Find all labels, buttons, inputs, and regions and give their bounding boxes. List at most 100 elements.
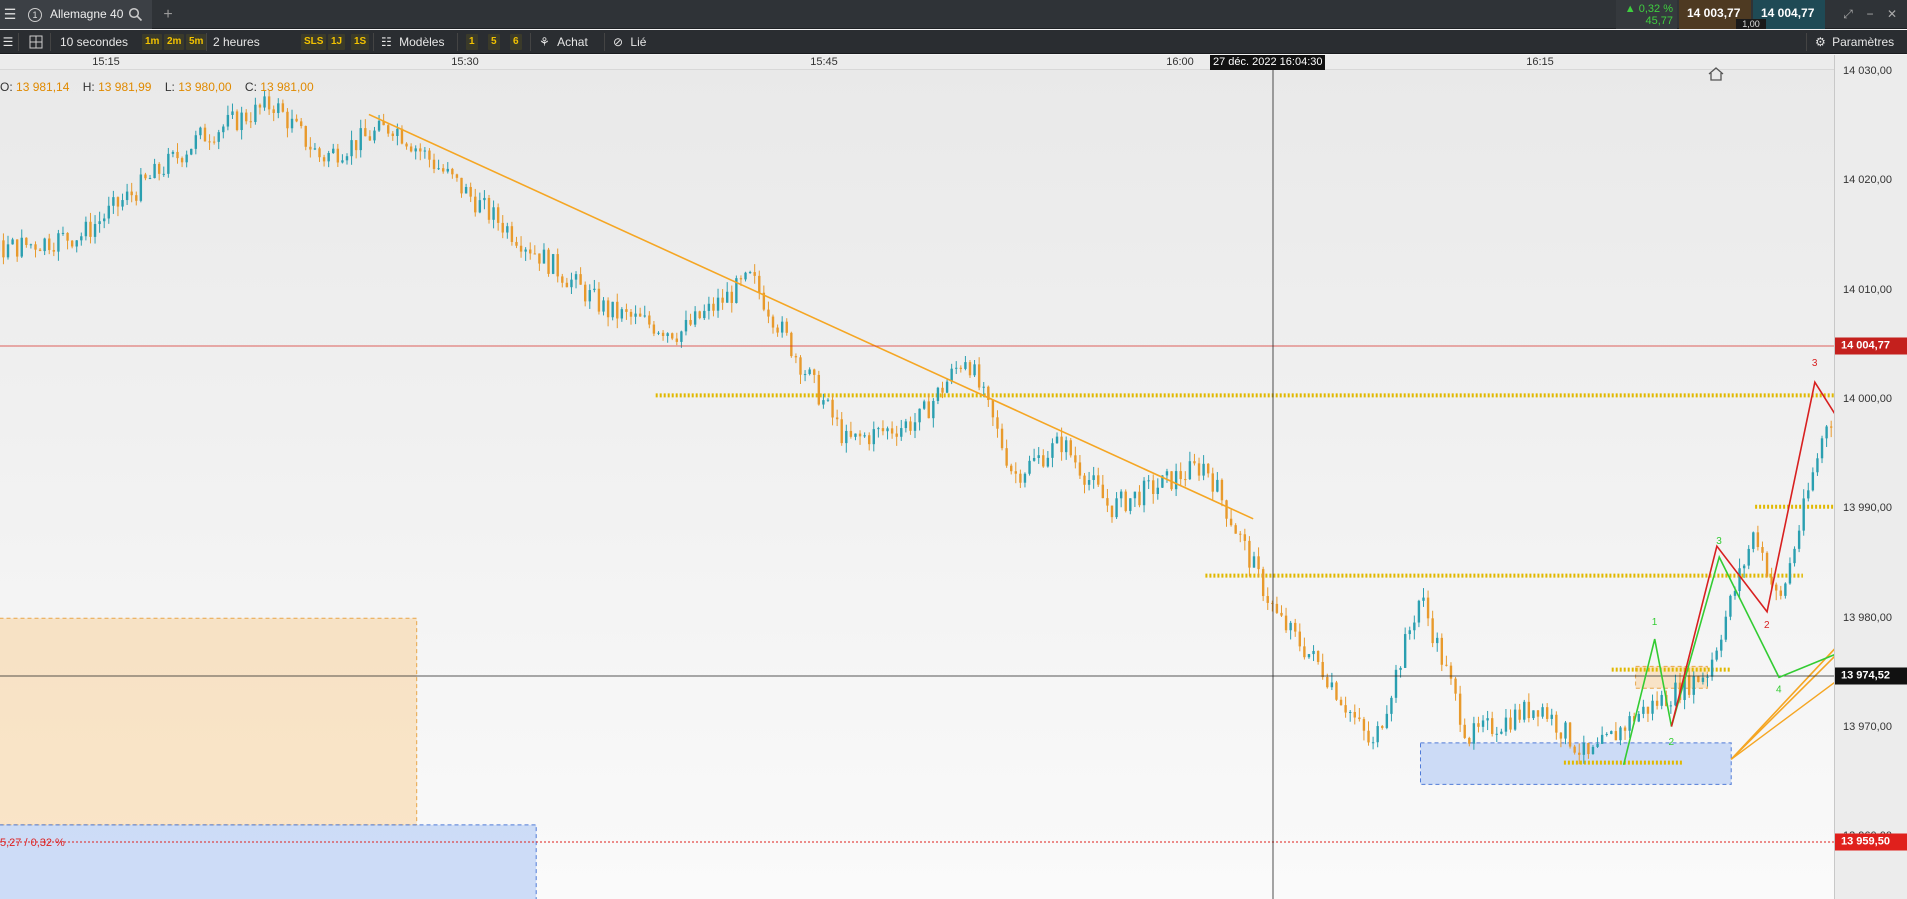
- candle-body: [1523, 701, 1526, 720]
- candle-body: [1280, 612, 1283, 616]
- candle-body: [968, 362, 972, 376]
- candle-body: [1761, 547, 1764, 553]
- buy-button[interactable]: ⚘ Achat: [539, 30, 588, 54]
- wave-label: 4: [1776, 685, 1782, 696]
- quick-period-sls[interactable]: SLS: [301, 34, 327, 50]
- candle-body: [304, 126, 307, 147]
- candle-body: [162, 173, 165, 175]
- candle-body: [1289, 622, 1292, 631]
- candle-body: [900, 428, 903, 437]
- candle-body: [780, 321, 784, 333]
- cart-icon: ⚘: [539, 35, 550, 49]
- candle-body: [579, 274, 582, 285]
- buy-label: Achat: [557, 35, 588, 49]
- minimize-icon[interactable]: −: [1860, 0, 1880, 29]
- candle-body: [909, 421, 912, 431]
- time-label: 15:30: [451, 56, 479, 68]
- candle-body: [1687, 675, 1691, 695]
- price-chart[interactable]: 12345235: [0, 70, 1834, 899]
- tab-instrument[interactable]: 1 Allemagne 40: [20, 0, 152, 29]
- candle-body: [726, 291, 729, 303]
- trendline: [368, 113, 1254, 520]
- detach-icon[interactable]: ⤢: [1838, 0, 1858, 29]
- model-slot-1[interactable]: 1: [466, 34, 478, 50]
- price-axis[interactable]: 14 030,00 14 020,00 14 010,00 14 000,00 …: [1834, 55, 1907, 899]
- time-label: 15:45: [810, 56, 838, 68]
- candle-body: [771, 316, 775, 328]
- candle-body: [561, 276, 564, 283]
- candle-body: [249, 121, 252, 123]
- quick-interval-5m[interactable]: 5m: [186, 34, 207, 50]
- candle-body: [460, 177, 463, 194]
- add-tab-button[interactable]: +: [158, 0, 178, 29]
- candle-body: [1605, 733, 1608, 735]
- candle-body: [515, 241, 518, 246]
- settings-button[interactable]: ⚙ Paramètres: [1815, 30, 1894, 54]
- search-icon[interactable]: [128, 7, 143, 22]
- candle-body: [496, 207, 500, 223]
- candle-body: [922, 401, 926, 409]
- interval-select[interactable]: 10 secondes: [60, 30, 128, 54]
- candle-body: [1358, 717, 1361, 720]
- candle-body: [313, 148, 317, 150]
- list-icon[interactable]: ☰: [0, 30, 16, 54]
- candle-body: [533, 253, 537, 255]
- candle-body: [1536, 710, 1540, 717]
- candle-body: [1234, 525, 1237, 534]
- change-percent: ▲ 0,32 %: [1624, 3, 1673, 15]
- candle-body: [1747, 548, 1750, 566]
- candle-body: [1010, 465, 1013, 472]
- quick-interval-1m[interactable]: 1m: [142, 34, 163, 50]
- candle-body: [1028, 460, 1031, 474]
- candle-body: [1660, 694, 1663, 706]
- quick-interval-2m[interactable]: 2m: [164, 34, 185, 50]
- menu-button[interactable]: ☰: [0, 0, 20, 29]
- model-slot-6[interactable]: 6: [510, 34, 522, 50]
- model-slot-5[interactable]: 5: [488, 34, 500, 50]
- candle-body: [602, 300, 605, 312]
- candle-body: [1142, 480, 1146, 506]
- candle-body: [1261, 569, 1265, 597]
- quick-period-1j[interactable]: 1J: [328, 34, 346, 50]
- candle-body: [1578, 752, 1581, 755]
- candle-body: [1174, 471, 1178, 490]
- quick-period-1s[interactable]: 1S: [351, 34, 370, 50]
- layout-grid-icon[interactable]: [29, 35, 43, 49]
- candle-body: [1408, 630, 1411, 635]
- candle-body: [629, 311, 633, 317]
- candle-body: [638, 313, 642, 317]
- candle-body: [185, 154, 188, 163]
- low-label: L:: [164, 80, 175, 94]
- candle-body: [959, 367, 963, 369]
- period-select[interactable]: 2 heures: [213, 30, 260, 54]
- candle-body: [1564, 722, 1567, 739]
- candle-body: [318, 148, 321, 158]
- linked-button[interactable]: ⊘ Lié: [613, 30, 646, 54]
- candle-body: [849, 430, 853, 437]
- models-button[interactable]: ☷ Modèles: [381, 30, 444, 54]
- candle-body: [1491, 718, 1494, 734]
- candle-body: [1316, 650, 1320, 662]
- candle-body: [863, 435, 866, 437]
- candle-body: [1243, 534, 1247, 541]
- candle-body: [1216, 479, 1219, 492]
- candle-body: [1106, 498, 1109, 506]
- home-icon[interactable]: [1708, 67, 1724, 81]
- candle-body: [1330, 682, 1334, 688]
- quote-change: ▲ 0,32 % 45,77: [1616, 0, 1677, 29]
- candle-body: [1321, 661, 1324, 678]
- candle-body: [103, 218, 106, 222]
- candle-body: [455, 174, 459, 178]
- gear-icon: ⚙: [1815, 35, 1826, 49]
- candle-body: [877, 428, 880, 430]
- candle-body: [588, 290, 591, 302]
- chart-area[interactable]: 12345235: [0, 70, 1834, 899]
- close-icon[interactable]: ✕: [1882, 0, 1902, 29]
- candle-body: [1642, 706, 1645, 714]
- candle-body: [1138, 491, 1141, 506]
- spread-value: 1,00: [1736, 19, 1766, 29]
- price-tick: 14 010,00: [1843, 284, 1892, 296]
- candle-body: [1152, 480, 1155, 495]
- candle-body: [529, 249, 532, 254]
- candle-body: [501, 222, 504, 233]
